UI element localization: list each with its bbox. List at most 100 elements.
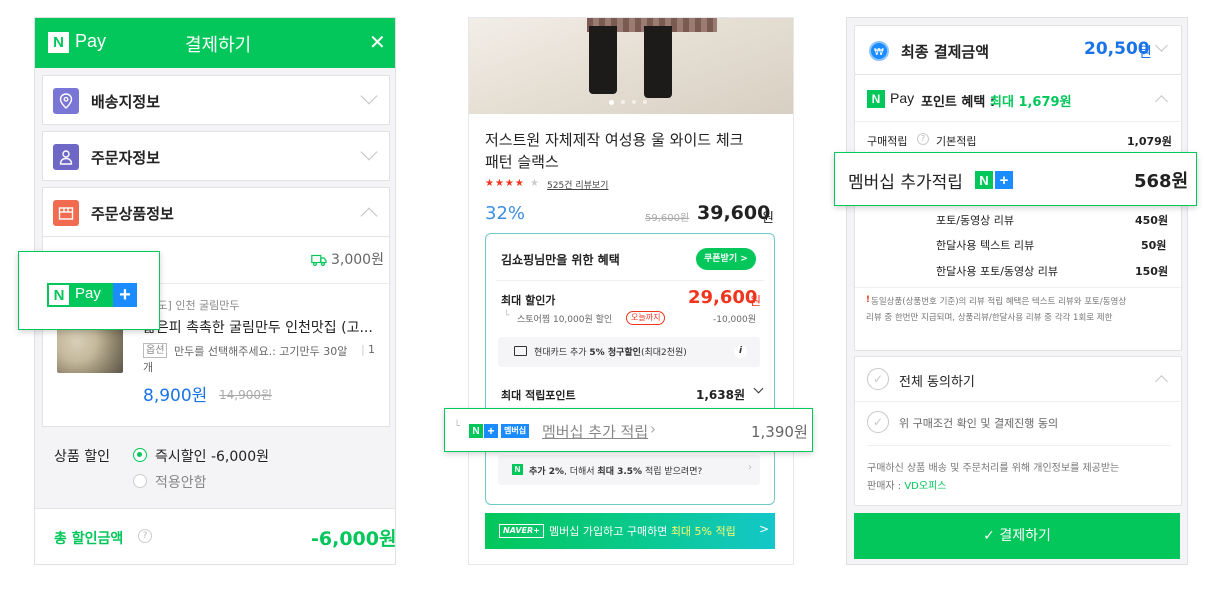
review-link[interactable]: 525건 리뷰보기 [547,178,608,191]
product-orig-price: 14,900원 [219,388,273,402]
privacy-line1: 구매하신 상품 배송 및 주문처리를 위해 개인정보를 제공받는 [867,463,1120,474]
tree-line: └ [454,421,461,432]
membership-label[interactable]: 멤버십 추가 적립 [542,421,648,442]
max-point-value: 1,638원 [696,388,745,402]
section-label: 주문상품정보 [91,205,174,223]
won-coin-icon: ₩ [869,41,889,61]
checkbox-circle-icon[interactable]: ✓ [867,411,889,433]
chevron-right-icon: › [650,420,656,438]
review-point-label: 포토/동영상 리뷰 [936,214,1015,227]
discount-option-instant[interactable]: 즉시할인 -6,000원 [155,446,269,466]
point-benefit-max: 최대 1,679원 [990,95,1072,110]
discount-percent: 32% [485,203,526,224]
card-discount-row[interactable]: 현대카드 추가 5% 청구할인(최대2천원) i [498,337,760,367]
option-unit: 개 [143,361,154,374]
max-discount-value: 29,600 [688,287,758,308]
divider [855,121,1183,122]
agree-all-label[interactable]: 전체 동의하기 [899,371,975,390]
carousel-dots[interactable] [609,100,655,106]
notice-line1: 동일상품(상품번호 기준)의 리뷰 적립 혜택은 텍스트 리뷰와 포토/동영상 [871,297,1127,307]
today-badge: 오늘까지 [626,311,666,325]
rating-stars: ★★★★ [485,178,525,189]
box-icon [53,200,79,226]
help-icon[interactable]: ? [917,133,929,145]
privacy-seller-label: 판매자 : [867,481,905,492]
option-qty: 1 [368,343,375,356]
membership-points-label: 멤버십 추가적립 [848,173,963,193]
agree-item-label[interactable]: 위 구매조건 확인 및 결제진행 동의 [899,415,1058,431]
pay-button[interactable]: ✓ 결제하기 [854,513,1180,559]
option-divider: | [361,343,365,356]
banner-text: 멤버십 가입하고 구매하면 최대 5% 적립 [549,523,736,539]
truck-icon [311,251,327,270]
checkbox-circle-icon[interactable]: ✓ [867,368,889,390]
section-shipping-info[interactable]: 배송지정보 [42,75,390,125]
card-text-b: 5% 청구할인 [589,348,641,358]
max-point-label: 최대 적립포인트 [501,389,576,402]
extra-point-text: 추가 2%, 더해서 최대 3.5% 적립 받으려면? [529,464,702,477]
page-title: 결제하기 [185,35,252,56]
naver-n-logo: N [867,90,885,108]
extra-a: 추가 2% [529,467,564,477]
max-discount-label: 최대 할인가 [501,294,556,307]
membership-banner[interactable]: NAVER+ 멤버십 가입하고 구매하면 최대 5% 적립 > [485,513,775,549]
discount-label: 상품 할인 [54,449,110,465]
carousel-dot[interactable] [632,100,636,104]
section-orderer-info[interactable]: 주문자정보 [42,131,390,181]
close-icon[interactable]: ✕ [369,30,386,54]
point-benefit-title: 포인트 혜택 : [921,95,996,110]
privacy-seller-name: VD오피스 [904,481,947,492]
notice-mark: ! [866,295,870,305]
divider [855,287,1183,288]
extra-b: , 더해서 [563,467,598,477]
section-order-product-info[interactable]: 주문상품정보 [42,187,390,237]
chevron-up-icon [360,207,378,225]
agreement-card: ✓ 전체 동의하기 ✓ 위 구매조건 확인 및 결제진행 동의 구매하신 상품 … [854,356,1183,506]
divider [855,401,1183,402]
benefit-title: 김쇼핑님만을 위한 혜택 [501,253,620,267]
chevron-up-icon[interactable] [1155,95,1168,108]
boot-left [589,26,617,94]
point-benefit-card: N Pay 포인트 혜택 : 최대 1,679원 구매적립 ? 기본적립 1,0… [854,75,1183,351]
discount-radio-instant[interactable] [133,448,147,462]
discount-option-none[interactable]: 적용안함 [155,472,207,492]
sale-price: 39,600 [697,202,771,224]
card-text-c: (최대2천원) [640,348,687,358]
plus-icon: + [113,283,137,307]
carousel-dot[interactable] [643,100,647,104]
product-price: 8,900원 [143,386,208,406]
naver-n-logo: N [512,464,523,475]
help-icon[interactable]: ? [138,529,152,543]
review-point-value: 50원 [1141,239,1167,252]
naver-n-logo: N [975,171,993,189]
carousel-dot[interactable] [621,100,625,104]
option-text: 만두를 선택해주세요.: 고기만두 30알 [174,345,348,358]
total-discount-label: 총 할인금액 [54,531,124,547]
carousel-dot-active[interactable] [609,100,614,105]
chevron-up-icon[interactable] [1155,375,1168,388]
chevron-down-icon[interactable] [753,383,764,394]
review-point-value: 450원 [1135,214,1169,227]
final-amount-row[interactable]: ₩ 최종 결제금액 20,500 원 [854,25,1182,75]
benefit-box: 김쇼핑님만을 위한 혜택 쿠폰받기 > 최대 할인가 29,600 원 └ 스토… [485,233,775,505]
info-icon[interactable]: i [734,345,747,358]
payment-header: N Pay 결제하기 ✕ [35,18,395,68]
banner-text-main: 멤버십 가입하고 구매하면 [549,525,671,538]
naver-n-logo-inner: N [49,285,69,305]
naver-n-logo: N [48,32,69,53]
option-tag: 옵션 [143,343,168,358]
naver-pay-plus-callout: N N Pay + [18,251,160,330]
pay-logo-text: Pay [75,285,101,302]
notice-line2: 리뷰 중 한번만 지급되며, 상품리뷰/한달사용 리뷰 중 각각 1회로 제한 [866,313,1113,323]
basic-point-value: 1,079원 [1127,135,1172,148]
product-name[interactable]: 얇은피 촉촉한 굴림만두 인천맛집 (고... [143,317,373,337]
location-icon [53,88,79,114]
person-icon [53,144,79,170]
coupon-button[interactable]: 쿠폰받기 > [696,248,756,270]
product-image[interactable] [469,18,793,114]
section-label: 주문자정보 [91,149,161,167]
discount-radio-none[interactable] [133,474,147,488]
extra-point-row[interactable]: N 추가 2%, 더해서 최대 3.5% 적립 받으려면? › [498,455,760,485]
original-price: 59,600원 [645,213,690,224]
boot-right [644,26,672,98]
